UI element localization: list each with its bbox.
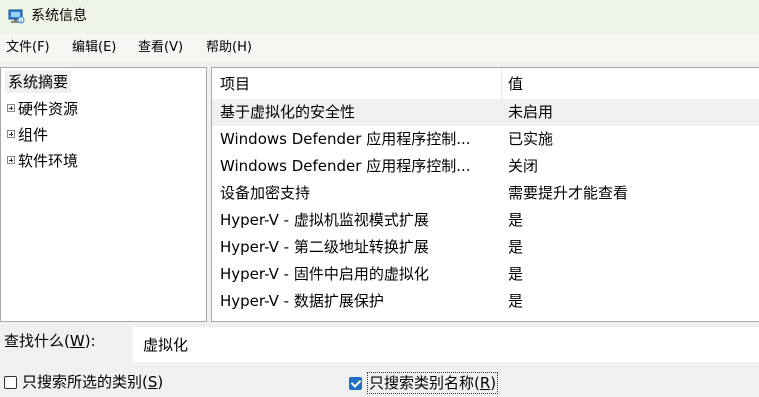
row-value: 需要提升才能查看 <box>508 184 629 202</box>
search-selected-category-label: 只搜索所选的类别(S) <box>22 373 164 391</box>
table-row[interactable]: Hyper-V - 固件中启用的虚拟化 是 <box>212 261 759 288</box>
table-row[interactable]: Hyper-V - 第二级地址转换扩展 是 <box>212 234 759 261</box>
search-selected-category-option[interactable]: 只搜索所选的类别(S) <box>4 372 163 392</box>
tree-item-software-environment[interactable]: 软件环境 <box>7 149 78 171</box>
search-category-names-option[interactable]: 只搜索类别名称(R) <box>349 372 499 394</box>
menu-bar: 文件(F) 编辑(E) 查看(V) 帮助(H) <box>0 34 759 62</box>
details-list[interactable]: 项目 值 基于虚拟化的安全性 未启用 Windows Defender 应用程序… <box>211 67 759 322</box>
search-category-names-label: 只搜索类别名称(R) <box>367 372 499 394</box>
menu-file[interactable]: 文件(F) <box>6 40 50 56</box>
row-item: Hyper-V - 固件中启用的虚拟化 <box>220 265 429 283</box>
title-bar: 系统信息 <box>0 0 759 34</box>
menu-help[interactable]: 帮助(H) <box>206 40 252 56</box>
tree-item-hardware-resources[interactable]: 硬件资源 <box>7 97 78 119</box>
column-header-value[interactable]: 值 <box>508 74 523 94</box>
row-value: 已实施 <box>508 130 554 148</box>
table-row[interactable]: Hyper-V - 虚拟机监视模式扩展 是 <box>212 207 759 234</box>
row-item: Windows Defender 应用程序控制... <box>220 157 471 175</box>
column-divider[interactable] <box>501 68 502 99</box>
row-item: 基于虚拟化的安全性 <box>220 103 356 121</box>
row-value: 未启用 <box>508 103 554 121</box>
row-item: Hyper-V - 数据扩展保护 <box>220 292 384 310</box>
row-item: 设备加密支持 <box>220 184 311 202</box>
find-input[interactable] <box>133 327 759 362</box>
table-row[interactable]: 基于虚拟化的安全性 未启用 <box>212 99 759 126</box>
row-value: 是 <box>508 211 524 229</box>
menu-view[interactable]: 查看(V) <box>138 40 183 56</box>
tree-item-label: 硬件资源 <box>18 99 79 118</box>
row-value: 关闭 <box>508 157 539 175</box>
column-header-item[interactable]: 项目 <box>220 74 250 94</box>
tree-item-system-summary[interactable]: 系统摘要 <box>5 71 72 93</box>
tree-item-label: 软件环境 <box>18 151 79 170</box>
list-header: 项目 值 <box>212 68 759 99</box>
expand-icon[interactable] <box>7 104 15 112</box>
category-tree[interactable]: 系统摘要 硬件资源 组件 软件环境 <box>0 67 207 322</box>
tree-item-label: 组件 <box>18 125 49 144</box>
expand-icon[interactable] <box>7 156 15 164</box>
row-value: 是 <box>508 238 524 256</box>
tree-item-components[interactable]: 组件 <box>7 123 48 145</box>
system-info-icon <box>8 9 25 24</box>
row-item: Hyper-V - 虚拟机监视模式扩展 <box>220 211 429 229</box>
table-row[interactable]: 设备加密支持 需要提升才能查看 <box>212 180 759 207</box>
find-label: 查找什么(W): <box>4 332 96 350</box>
search-category-names-checkbox[interactable] <box>349 376 362 390</box>
window-title: 系统信息 <box>31 8 87 24</box>
row-item: Windows Defender 应用程序控制... <box>220 130 471 148</box>
table-row[interactable]: Windows Defender 应用程序控制... 已实施 <box>212 126 759 153</box>
search-selected-category-checkbox[interactable] <box>4 375 17 389</box>
table-row[interactable]: Hyper-V - 数据扩展保护 是 <box>212 288 759 315</box>
expand-icon[interactable] <box>7 130 15 138</box>
row-value: 是 <box>508 265 524 283</box>
menu-edit[interactable]: 编辑(E) <box>72 40 116 56</box>
row-item: Hyper-V - 第二级地址转换扩展 <box>220 238 429 256</box>
table-row[interactable]: Windows Defender 应用程序控制... 关闭 <box>212 153 759 180</box>
row-value: 是 <box>508 292 524 310</box>
